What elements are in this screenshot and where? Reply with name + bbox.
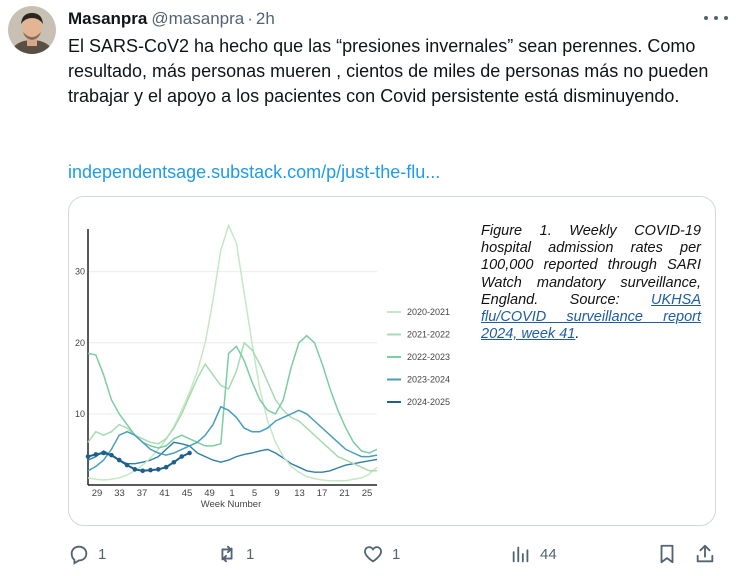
tweet-link[interactable]: independentsage.substack.com/p/just-the-… [68, 160, 440, 185]
series-line-2021-2022 [87, 341, 377, 472]
series-point-2024-2025 [179, 454, 185, 459]
x-tick-label: 13 [294, 488, 305, 499]
separator-dot: · [247, 9, 253, 28]
x-tick-label: 33 [114, 488, 125, 499]
heart-icon [364, 546, 382, 563]
share-button[interactable] [694, 540, 716, 568]
views-icon [512, 546, 529, 563]
share-icon [696, 544, 714, 563]
legend-label-2021-2022: 2021-2022 [407, 330, 450, 340]
action-bar: 1 1 1 44 [68, 540, 718, 568]
reply-button[interactable]: 1 [68, 540, 106, 568]
series-point-2024-2025 [140, 468, 145, 474]
views-count: 44 [540, 545, 557, 563]
series-line-2020-2021 [87, 223, 378, 482]
y-tick-label: 10 [75, 409, 85, 419]
series-point-2024-2025 [124, 462, 130, 468]
x-tick-label: 5 [252, 488, 257, 499]
repost-icon [221, 545, 233, 563]
series-line-2023-2024 [87, 405, 378, 472]
caption-end: . [575, 326, 580, 343]
series-point-2024-2025 [116, 457, 122, 463]
avatar[interactable] [8, 6, 56, 54]
like-button[interactable]: 1 [362, 540, 400, 568]
x-tick-label: 37 [137, 488, 148, 499]
x-tick-label: 21 [339, 488, 350, 499]
series-point-2024-2025 [187, 450, 192, 456]
repost-count: 1 [246, 545, 255, 563]
series-point-2024-2025 [155, 467, 161, 472]
legend-label-2023-2024: 2023-2024 [407, 375, 450, 385]
bookmark-button[interactable] [656, 540, 678, 568]
bookmark-icon [660, 544, 674, 564]
tweet-header: Masanpra @masanpra · 2h [68, 8, 708, 30]
tweet-text: El SARS-CoV2 ha hecho que las “presiones… [68, 36, 709, 106]
timestamp[interactable]: 2h [256, 9, 275, 29]
reply-count: 1 [98, 545, 107, 563]
author-name[interactable]: Masanpra [68, 9, 147, 29]
more-options-icon[interactable] [704, 10, 728, 26]
series-point-2024-2025 [148, 467, 153, 473]
x-tick-label: 9 [274, 488, 279, 499]
y-tick-label: 30 [75, 267, 85, 277]
x-tick-label: 41 [159, 488, 170, 499]
series-point-2024-2025 [109, 452, 114, 458]
series-line-2022-2023 [87, 334, 378, 454]
author-handle[interactable]: @masanpra [151, 9, 244, 29]
chart: 10 20 30 29 33 37 41 45 49 1 5 9 13 17 21 25 Week Number… [75, 223, 450, 510]
figure-caption: Figure 1. Weekly COVID-19 hospital admis… [481, 223, 701, 343]
series-point-2024-2025 [163, 464, 169, 470]
y-tick-label: 20 [75, 338, 85, 348]
reply-icon [70, 545, 88, 565]
series-point-2024-2025 [171, 459, 177, 465]
media-card[interactable]: 10 20 30 29 33 37 41 45 49 1 5 9 13 17 21 25 Week Number… [68, 196, 716, 526]
x-tick-label: 25 [362, 488, 373, 499]
x-tick-label: 1 [229, 488, 234, 499]
x-tick-label: 17 [317, 488, 328, 499]
repost-button[interactable]: 1 [216, 540, 254, 568]
legend-label-2024-2025: 2024-2025 [407, 397, 450, 407]
x-tick-label: 45 [182, 488, 193, 499]
series-point-2024-2025 [101, 450, 106, 456]
legend-label-2020-2021: 2020-2021 [407, 307, 450, 317]
series-point-2024-2025 [132, 467, 138, 472]
series-point-2024-2025 [85, 454, 91, 459]
x-tick-label: 49 [204, 488, 215, 499]
series-point-2024-2025 [93, 452, 99, 457]
avatar-image [8, 6, 56, 54]
like-count: 1 [392, 545, 401, 563]
x-axis-label: Week Number [201, 499, 262, 510]
x-tick-label: 29 [92, 488, 103, 499]
views-button[interactable]: 44 [510, 540, 557, 568]
legend-label-2022-2023: 2022-2023 [407, 352, 450, 362]
